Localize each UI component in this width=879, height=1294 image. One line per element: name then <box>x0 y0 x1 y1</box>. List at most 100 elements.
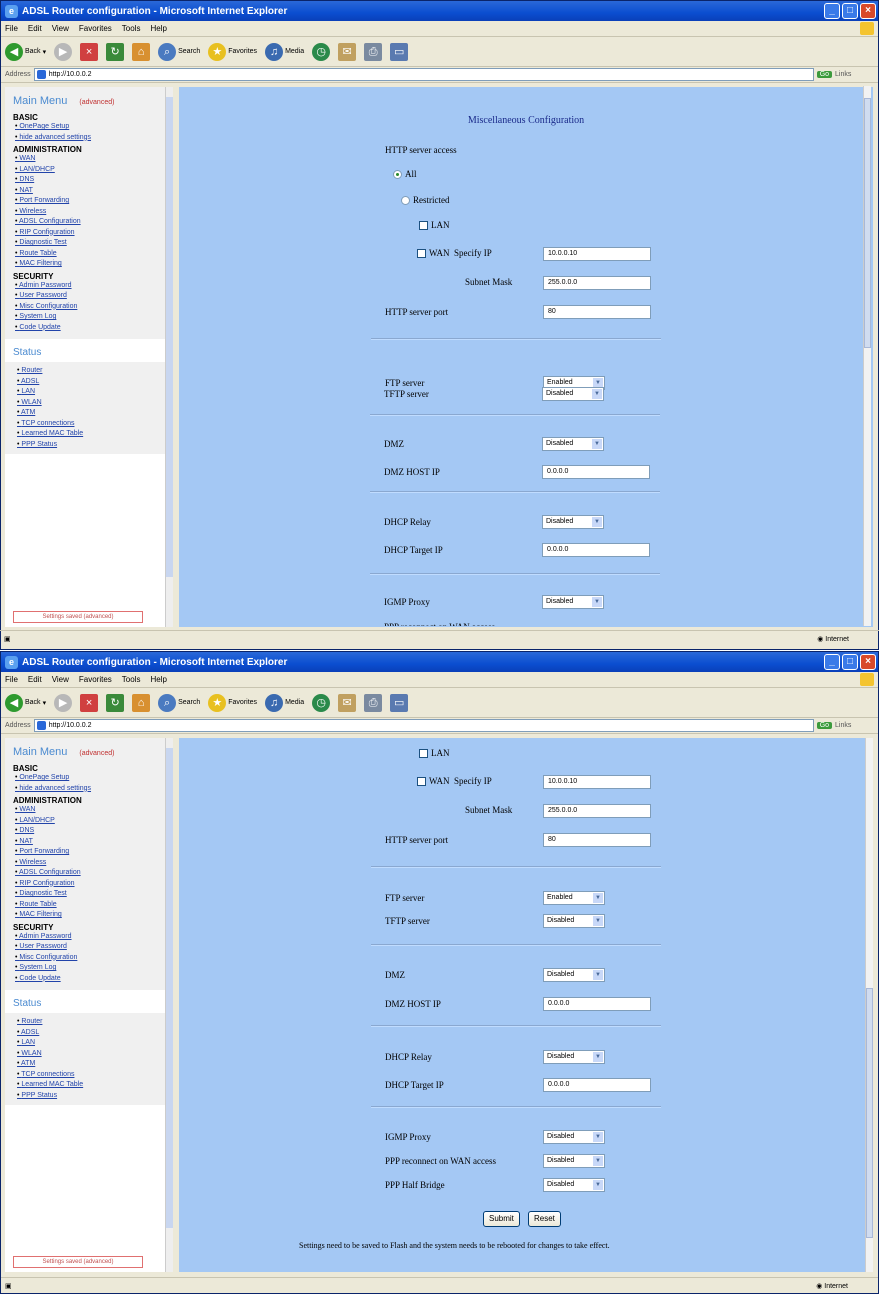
link-code-update[interactable]: Code Update <box>15 974 165 985</box>
stop-button[interactable]: × <box>80 693 99 712</box>
link-lan[interactable]: LAN <box>17 387 165 398</box>
link-hide-advanced[interactable]: hide advanced settings <box>15 784 165 795</box>
refresh-button[interactable]: ↻ <box>106 693 125 712</box>
link-dns[interactable]: DNS <box>15 175 165 186</box>
checkbox-wan[interactable]: WAN Specify IP <box>417 248 492 259</box>
media-button[interactable]: ♫ Media <box>265 693 304 712</box>
link-adsl-configuration[interactable]: ADSL Configuration <box>15 217 165 228</box>
link-diagnostic-test[interactable]: Diagnostic Test <box>15 889 165 900</box>
link-lan-dhcp[interactable]: LAN/DHCP <box>15 816 165 827</box>
link-nat[interactable]: NAT <box>15 186 165 197</box>
link-diagnostic-test[interactable]: Diagnostic Test <box>15 238 165 249</box>
menu-file[interactable]: File <box>5 675 18 684</box>
print-button[interactable]: ⎙ <box>364 42 383 61</box>
specify-ip-input[interactable]: 10.0.0.10 <box>543 775 651 789</box>
link-port-forwarding[interactable]: Port Forwarding <box>15 196 165 207</box>
sidebar-scrollbar[interactable] <box>165 738 173 1272</box>
maximize-button[interactable]: □ <box>842 3 858 19</box>
link-ppp-status[interactable]: PPP Status <box>17 1091 165 1102</box>
http-port-input[interactable]: 80 <box>543 305 651 319</box>
link-mac-filtering[interactable]: MAC Filtering <box>15 259 165 270</box>
edit-button[interactable]: ▭ <box>390 42 409 61</box>
link-code-update[interactable]: Code Update <box>15 323 165 334</box>
links-label[interactable]: Links <box>835 722 851 729</box>
tftp-server-select[interactable]: Disabled <box>543 914 605 928</box>
link-route-table[interactable]: Route Table <box>15 900 165 911</box>
menu-help[interactable]: Help <box>150 675 166 684</box>
history-button[interactable]: ◷ <box>312 693 331 712</box>
radio-restricted-button[interactable] <box>401 196 410 206</box>
link-atm[interactable]: ATM <box>17 1059 165 1070</box>
menu-view[interactable]: View <box>52 675 69 684</box>
menu-favorites[interactable]: Favorites <box>79 24 112 33</box>
search-button[interactable]: ⌕ Search <box>158 42 200 61</box>
http-port-input[interactable]: 80 <box>543 833 651 847</box>
link-system-log[interactable]: System Log <box>15 312 165 323</box>
home-button[interactable]: ⌂ <box>132 42 151 61</box>
dmz-select[interactable]: Disabled <box>542 437 604 451</box>
back-button[interactable]: ◀ Back ▾ <box>5 42 46 61</box>
link-lan[interactable]: LAN <box>17 1038 165 1049</box>
specify-ip-input[interactable]: 10.0.0.10 <box>543 247 651 261</box>
dhcp-relay-select[interactable]: Disabled <box>542 515 604 529</box>
link-wireless[interactable]: Wireless <box>15 207 165 218</box>
go-button[interactable]: Go <box>816 71 833 78</box>
favorites-button[interactable]: ★ Favorites <box>208 693 257 712</box>
refresh-button[interactable]: ↻ <box>106 42 125 61</box>
main-scrollbar[interactable] <box>863 86 871 626</box>
tftp-server-select[interactable]: Disabled <box>542 387 604 401</box>
ftp-server-select[interactable]: Enabled <box>543 891 605 905</box>
checkbox-lan-box[interactable] <box>419 221 428 231</box>
link-router[interactable]: Router <box>17 1017 165 1028</box>
link-wireless[interactable]: Wireless <box>15 858 165 869</box>
menu-help[interactable]: Help <box>150 24 166 33</box>
submit-button[interactable]: Submit <box>483 1211 520 1227</box>
forward-button[interactable]: ▶ <box>54 693 73 712</box>
maximize-button[interactable]: □ <box>842 654 858 670</box>
home-button[interactable]: ⌂ <box>132 693 151 712</box>
link-user-password[interactable]: User Password <box>15 942 165 953</box>
sidebar-footer-button[interactable]: Settings saved (advanced) <box>13 1256 143 1268</box>
dmz-select[interactable]: Disabled <box>543 968 605 982</box>
link-lan-dhcp[interactable]: LAN/DHCP <box>15 165 165 176</box>
link-rip-configuration[interactable]: RIP Configuration <box>15 228 165 239</box>
edit-button[interactable]: ▭ <box>390 693 409 712</box>
menu-file[interactable]: File <box>5 24 18 33</box>
radio-all-button[interactable] <box>393 170 402 180</box>
checkbox-wan[interactable]: WAN Specify IP <box>417 776 492 787</box>
print-button[interactable]: ⎙ <box>364 693 383 712</box>
media-button[interactable]: ♫ Media <box>265 42 304 61</box>
link-onepage-setup[interactable]: OnePage Setup <box>15 773 165 784</box>
close-button[interactable]: × <box>860 3 876 19</box>
checkbox-wan-box[interactable] <box>417 777 426 787</box>
link-adsl[interactable]: ADSL <box>17 377 165 388</box>
subnet-mask-input[interactable]: 255.0.0.0 <box>543 276 651 290</box>
menu-tools[interactable]: Tools <box>122 24 141 33</box>
igmp-proxy-select[interactable]: Disabled <box>543 1130 605 1144</box>
link-misc-configuration[interactable]: Misc Configuration <box>15 302 165 313</box>
link-ppp-status[interactable]: PPP Status <box>17 440 165 451</box>
link-admin-password[interactable]: Admin Password <box>15 281 165 292</box>
close-button[interactable]: × <box>860 654 876 670</box>
link-wlan[interactable]: WLAN <box>17 398 165 409</box>
link-misc-configuration[interactable]: Misc Configuration <box>15 953 165 964</box>
stop-button[interactable]: × <box>80 42 99 61</box>
mail-button[interactable]: ✉ <box>338 693 357 712</box>
link-tcp-connections[interactable]: TCP connections <box>17 419 165 430</box>
minimize-button[interactable]: _ <box>824 654 840 670</box>
link-user-password[interactable]: User Password <box>15 291 165 302</box>
menu-edit[interactable]: Edit <box>28 24 42 33</box>
link-system-log[interactable]: System Log <box>15 963 165 974</box>
ppp-half-bridge-select[interactable]: Disabled <box>543 1178 605 1192</box>
subnet-mask-input[interactable]: 255.0.0.0 <box>543 804 651 818</box>
radio-all[interactable]: All <box>393 169 417 180</box>
link-hide-advanced[interactable]: hide advanced settings <box>15 133 165 144</box>
history-button[interactable]: ◷ <box>312 42 331 61</box>
menu-view[interactable]: View <box>52 24 69 33</box>
checkbox-wan-box[interactable] <box>417 249 426 259</box>
link-port-forwarding[interactable]: Port Forwarding <box>15 847 165 858</box>
dmz-host-input[interactable]: 0.0.0.0 <box>542 465 650 479</box>
dhcp-relay-select[interactable]: Disabled <box>543 1050 605 1064</box>
igmp-proxy-select[interactable]: Disabled <box>542 595 604 609</box>
radio-restricted[interactable]: Restricted <box>401 195 450 206</box>
